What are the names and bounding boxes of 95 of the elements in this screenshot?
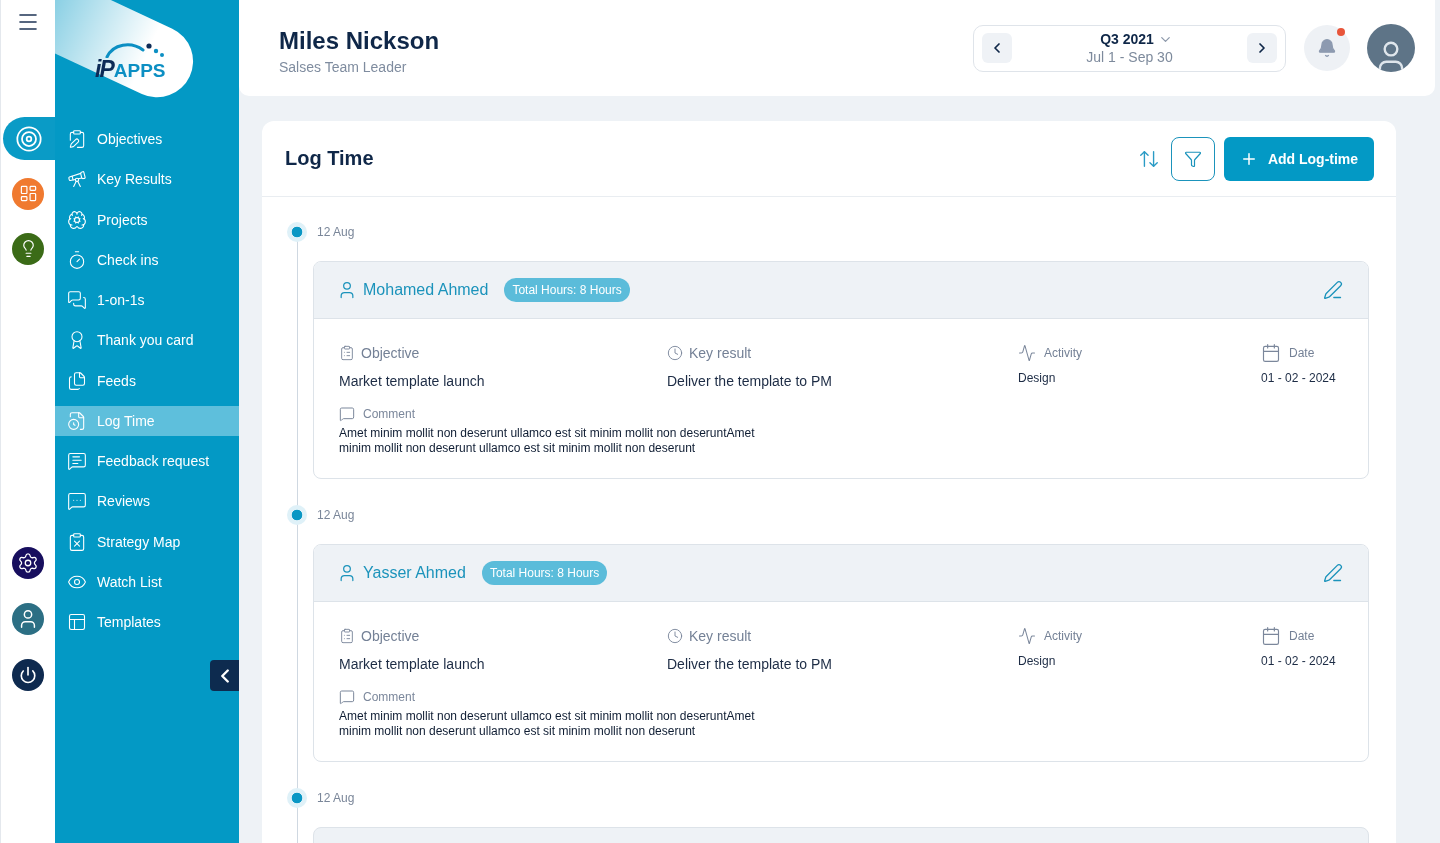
sidebar-item[interactable]: Strategy Map [55,526,239,557]
sidebar-item[interactable]: Feeds [55,365,239,396]
employee-name: Mohamed Ahmed [363,281,489,299]
comment-text: Amet minim mollit non deserunt ullamco est sit minim mollit non deseruntAmet minim mollit non deserunt ullamco est sit minim mollit non deserunt [339,709,756,739]
sidebar-item[interactable]: Thank you card [55,325,239,356]
user-name: Miles Nickson [279,26,440,55]
document-clock-icon [67,410,87,431]
edit-button[interactable] [1323,563,1343,583]
telescope-icon [67,169,87,190]
field-label: Objective [361,628,420,644]
field-label: Key result [689,628,752,644]
comment-icon [339,689,355,705]
add-log-time-button[interactable]: Add Log-time [1224,136,1374,181]
field-value: Market template launch [339,655,486,673]
comment-label: Comment [363,407,415,421]
pulse-icon [1018,627,1036,645]
clipboard-x-icon [67,531,87,552]
sidebar-item[interactable]: Check ins [55,244,239,275]
field-label: Activity [1044,629,1082,643]
comment-icon [339,406,355,422]
sidebar-item[interactable]: 1-on-1s [55,285,239,315]
sidebar-item[interactable]: Objectives [55,124,239,154]
power-icon [19,666,37,684]
dashboard-grid-icon [18,184,38,203]
comment-text: Amet minim mollit non deserunt ullamco est sit minim mollit non deseruntAmet minim mollit non deserunt ullamco est sit minim mollit non deserunt [339,426,756,456]
logo-mark: iP [95,56,113,82]
user-avatar[interactable] [1367,24,1415,72]
timeline-dot-icon [287,222,307,242]
sidebar-item[interactable]: Feedback request [55,446,239,476]
field-label: Objective [361,345,420,361]
field-value: Deliver the template to PM [667,655,833,673]
timeline-dot-icon [287,788,307,808]
pencil-icon [1323,563,1343,583]
sidebar-item[interactable]: Templates [55,607,239,637]
date-range: Jul 1 - Sep 30 [1086,48,1173,66]
timeline-dot-icon [287,505,307,525]
entry-date: 12 Aug [317,791,355,805]
timer-icon [67,249,87,270]
settings-icon [17,552,39,574]
entry-date: 12 Aug [317,225,355,239]
chat-bubbles-icon [67,290,87,310]
bell-icon [1317,38,1337,58]
panel-title: Log Time [285,147,374,170]
settings-button[interactable] [12,547,44,579]
clipboard-list-icon [339,628,355,644]
sidebar-item[interactable]: Key Results [55,164,239,195]
field-value: 01 - 02 - 2024 [1261,653,1337,670]
notifications-button[interactable] [1304,25,1350,71]
filter-icon [1184,149,1202,168]
app-switch-button[interactable] [12,177,44,210]
logo-swoosh-icon [105,42,167,58]
filter-button[interactable] [1171,136,1215,181]
sidebar-item[interactable]: Projects [55,204,239,235]
target-icon [15,124,43,153]
entry-date: 12 Aug [317,508,355,522]
field-value: Deliver the template to PM [667,372,833,390]
employee-name: Yasser Ahmed [363,564,466,582]
field-label: Date [1289,629,1315,643]
next-period-button[interactable] [1247,33,1277,63]
edit-button[interactable] [1323,280,1343,300]
active-app-tab[interactable] [3,117,55,160]
chat-text-icon [67,451,87,471]
clipboard-list-icon [339,345,355,361]
clipboard-pen-icon [67,129,87,149]
brain-gear-icon [67,209,87,230]
collapse-sidebar-button[interactable] [210,660,239,691]
quarter-dropdown[interactable]: Q3 2021 [1100,30,1173,48]
logout-button[interactable] [12,659,44,691]
app-switch-button[interactable] [12,232,44,265]
sidebar-item[interactable]: Watch List [55,566,239,597]
sidebar-item[interactable]: Log Time [55,405,239,436]
chat-dots-icon [67,491,87,512]
field-value: Design [1018,653,1057,670]
logo-wordmark: APPS [113,60,166,83]
comment-label: Comment [363,690,415,704]
documents-icon [67,370,87,391]
field-label: Date [1289,346,1315,360]
total-hours-badge: Total Hours: 8 Hours [504,278,630,302]
layout-panels-icon [67,612,87,632]
field-label: Key result [689,345,752,361]
pencil-icon [1323,280,1343,300]
calendar-icon [1261,626,1281,646]
total-hours-badge: Total Hours: 8 Hours [481,561,608,585]
field-value: Design [1018,370,1057,387]
profile-avatar[interactable] [12,603,44,635]
user-role: Salses Team Leader [279,57,408,76]
previous-period-button[interactable] [982,33,1012,63]
pulse-icon [1018,344,1036,362]
field-value: 01 - 02 - 2024 [1261,370,1337,387]
clock-icon [667,345,683,361]
calendar-icon [1261,343,1281,363]
sidebar-item[interactable]: Reviews [55,486,239,517]
clock-icon [667,628,683,644]
field-label: Activity [1044,346,1082,360]
field-value: Market template launch [339,372,486,390]
